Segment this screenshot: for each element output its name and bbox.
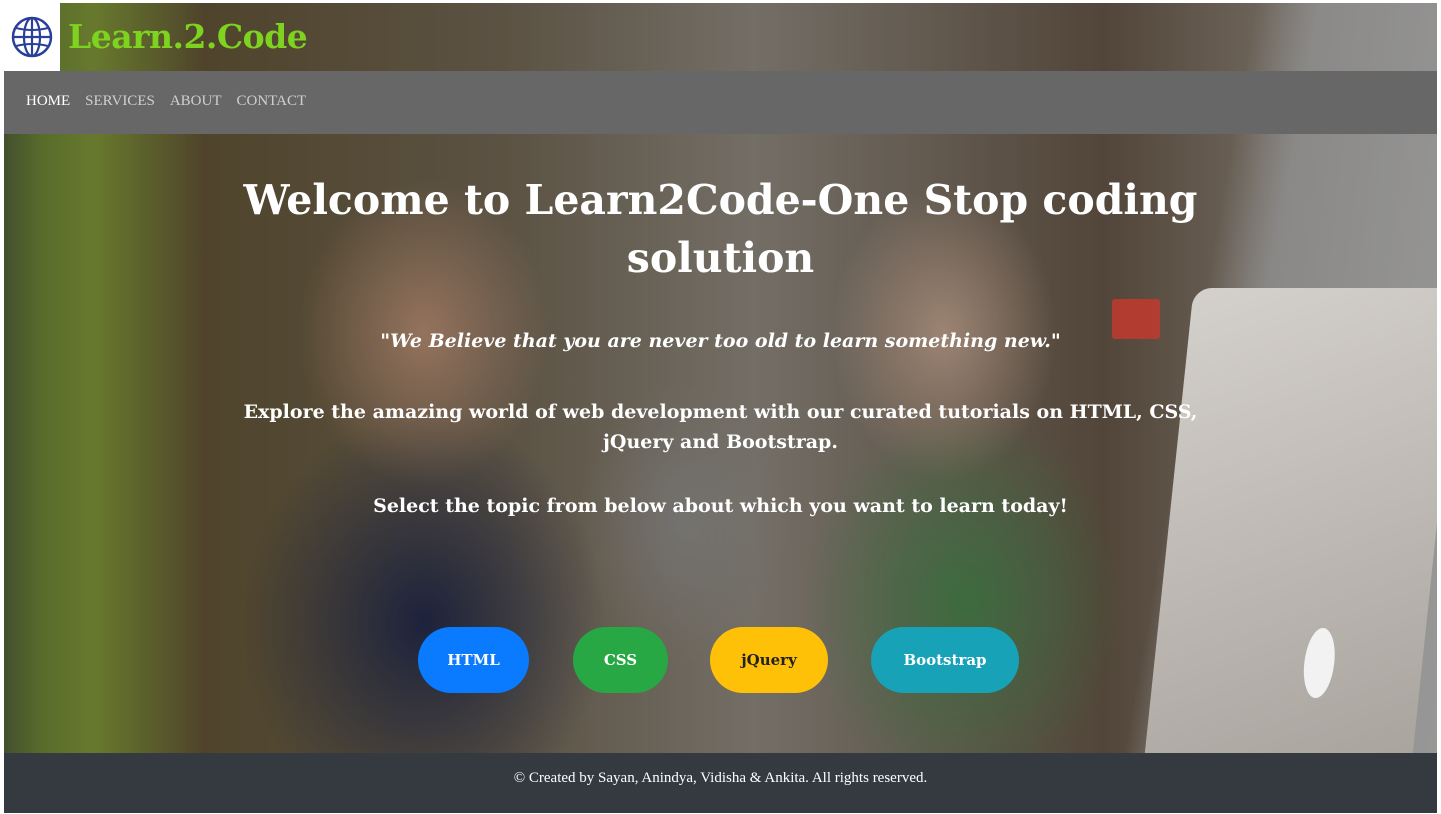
nav-item-contact[interactable]: CONTACT [237, 93, 307, 110]
footer-copyright: © Created by Sayan, Anindya, Vidisha & A… [513, 770, 928, 786]
laptop-graphic [1144, 288, 1437, 758]
hero-quote: "We Believe that you are never too old t… [380, 330, 1061, 352]
main-navbar: HOME SERVICES ABOUT CONTACT [4, 71, 1437, 134]
page: Learn.2.Code HOME SERVICES ABOUT CONTACT… [4, 3, 1437, 813]
nav-item-services[interactable]: SERVICES [85, 93, 155, 110]
css-topic-button[interactable]: CSS [573, 627, 668, 693]
apple-logo-graphic [1300, 628, 1338, 698]
footer: © Created by Sayan, Anindya, Vidisha & A… [4, 753, 1437, 813]
nav-item-about[interactable]: ABOUT [170, 93, 222, 110]
brand-name[interactable]: Learn.2.Code [68, 17, 308, 57]
html-topic-button[interactable]: HTML [418, 627, 529, 693]
bootstrap-topic-button[interactable]: Bootstrap [871, 627, 1019, 693]
jquery-topic-button[interactable]: jQuery [710, 627, 828, 693]
globe-icon [11, 16, 53, 58]
hero-explore-text: Explore the amazing world of web develop… [243, 401, 1198, 453]
hero-select-prompt: Select the topic from below about which … [373, 495, 1068, 517]
nav-item-home[interactable]: HOME [26, 93, 70, 110]
hero-title: Welcome to Learn2Code-One Stop coding so… [243, 176, 1198, 282]
top-header: Learn.2.Code [4, 3, 1437, 71]
logo[interactable] [4, 3, 60, 71]
